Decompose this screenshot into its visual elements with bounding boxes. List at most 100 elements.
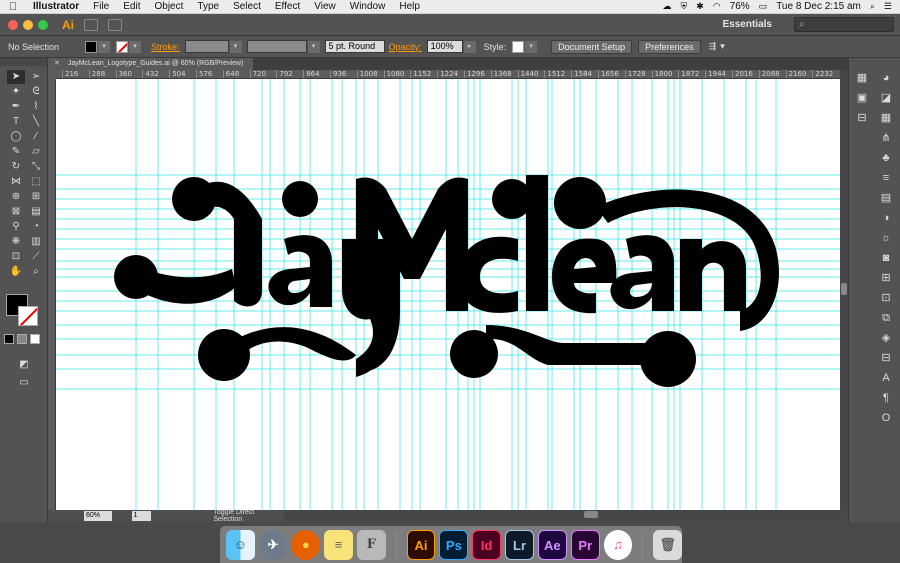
stroke-icon[interactable]: ≡ [879, 168, 893, 188]
graphic-styles-icon[interactable]: ◙ [879, 248, 893, 268]
battery-percent[interactable]: 76% [730, 1, 750, 12]
symbols-icon[interactable]: ♣ [879, 148, 893, 168]
draw-mode-icon[interactable]: ◩ [15, 358, 33, 372]
libraries-icon[interactable]: ▦ [855, 68, 869, 88]
links-icon[interactable]: ⊟ [879, 348, 893, 368]
none-mode-button[interactable] [30, 334, 40, 344]
menu-object[interactable]: Object [147, 0, 190, 14]
dock-app-font-book[interactable]: F [356, 529, 386, 560]
direct-selection-tool-icon[interactable]: ➢ [27, 70, 45, 84]
arrange-icon[interactable]: ⇶ [709, 41, 717, 52]
perspective-grid-tool-icon[interactable]: ⊞ [27, 190, 45, 204]
ruler-origin[interactable] [48, 70, 56, 79]
layers-icon[interactable]: ◈ [879, 328, 893, 348]
horizontal-scrollbar[interactable] [284, 510, 840, 520]
wifi-icon[interactable]: ◠ [713, 1, 721, 12]
dock-app-firefox[interactable]: ● [291, 529, 321, 560]
minimize-window-button[interactable] [23, 19, 33, 30]
dock-app-finder[interactable]: ☺ [226, 529, 255, 560]
zoom-window-button[interactable] [38, 19, 48, 30]
opacity-label[interactable]: Opacity: [389, 42, 422, 52]
preferences-button[interactable]: Preferences [638, 39, 701, 54]
menu-view[interactable]: View [307, 0, 343, 14]
menu-file[interactable]: File [86, 0, 116, 14]
cloud-icon[interactable]: ☁ [662, 1, 671, 12]
opacity-field[interactable]: 100% [426, 40, 463, 53]
scale-tool-icon[interactable]: ⤡ [27, 160, 45, 174]
clock[interactable]: Tue 8 Dec 2:15 am [776, 1, 861, 12]
menu-effect[interactable]: Effect [268, 0, 307, 14]
line-tool-icon[interactable]: ╲ [27, 115, 45, 129]
fill-swatch[interactable] [85, 40, 98, 53]
stroke-weight-dropdown[interactable]: ▾ [229, 40, 242, 53]
opacity-dropdown[interactable]: ▸ [463, 40, 476, 53]
arrange-documents-button[interactable] [108, 18, 122, 31]
swatches-icon[interactable]: ▦ [879, 108, 893, 128]
fill-dropdown[interactable]: ▾ [98, 40, 111, 53]
dock-app-illustrator[interactable]: Ai [406, 529, 436, 560]
dock-app-lightroom[interactable]: Lr [505, 529, 534, 560]
dock-app-premiere[interactable]: Pr [570, 529, 600, 560]
transform-icon[interactable]: ⊡ [879, 288, 893, 308]
hand-tool-icon[interactable]: ✋ [7, 265, 25, 279]
color-mode-button[interactable] [4, 334, 14, 344]
zoom-level-field[interactable]: 60% [84, 511, 112, 521]
artboard-canvas[interactable] [56, 79, 840, 510]
workspace-switcher[interactable]: Essentials [723, 19, 772, 30]
vertical-scrollbar[interactable] [840, 70, 848, 510]
dock-app-notes[interactable]: ≡ [324, 529, 353, 560]
slice-tool-icon[interactable]: ⟋ [27, 250, 45, 264]
dock-app-itunes[interactable]: ♫ [603, 529, 633, 560]
eyedropper-tool-icon[interactable]: ⚲ [7, 220, 25, 234]
width-tool-icon[interactable]: ⋈ [7, 175, 25, 189]
menu-select[interactable]: Select [226, 0, 268, 14]
document-tab[interactable]: ✕ JayMcLean_Logotype_Guides.ai @ 60% (RG… [48, 58, 254, 70]
pen-tool-icon[interactable]: ✒ [7, 100, 25, 114]
paintbrush-tool-icon[interactable]: ∕ [27, 130, 45, 144]
bridge-button[interactable] [84, 18, 98, 31]
dock-app-indesign[interactable]: Id [472, 529, 502, 560]
close-tab-icon[interactable]: ✕ [54, 60, 60, 67]
vertical-ruler[interactable] [48, 79, 56, 510]
battery-icon[interactable]: ▭ [759, 1, 768, 12]
color-guide-icon[interactable]: ◪ [879, 88, 893, 108]
menu-window[interactable]: Window [343, 0, 393, 14]
bluetooth-icon[interactable]: ✱ [696, 1, 704, 12]
lasso-tool-icon[interactable]: ᘓ [27, 85, 45, 99]
artboard-number-field[interactable]: 1 [131, 511, 152, 521]
apple-menu-icon[interactable]:  [0, 1, 26, 13]
variable-width-field[interactable] [246, 40, 307, 53]
transparency-icon[interactable]: ◑ [879, 208, 893, 228]
status-text[interactable]: Toggle Direct Selection [213, 509, 284, 523]
menu-app-name[interactable]: Illustrator [26, 0, 86, 14]
dock-app-launchpad[interactable]: ✈ [258, 529, 288, 560]
horizontal-scroll-thumb[interactable] [584, 511, 598, 518]
variable-width-dropdown[interactable]: ▾ [307, 40, 320, 53]
mesh-tool-icon[interactable]: ⊠ [7, 205, 25, 219]
type-tool-icon[interactable]: T [7, 115, 25, 129]
close-window-button[interactable] [8, 19, 18, 30]
zoom-tool-icon[interactable]: ⌕ [27, 265, 45, 279]
ellipse-tool-icon[interactable]: ◯ [7, 130, 25, 144]
magic-wand-tool-icon[interactable]: ✦ [7, 85, 25, 99]
screen-mode-icon[interactable]: ▭ [15, 376, 33, 390]
appearance-icon[interactable]: ☼ [879, 228, 893, 248]
menu-edit[interactable]: Edit [116, 0, 147, 14]
menu-chevron-icon[interactable]: ▾ [720, 41, 725, 52]
menu-help[interactable]: Help [392, 0, 427, 14]
gradient-mode-button[interactable] [17, 334, 27, 344]
stroke-label[interactable]: Stroke: [151, 42, 180, 52]
stroke-dropdown[interactable]: ▾ [129, 40, 142, 53]
vertical-scroll-thumb[interactable] [841, 283, 847, 295]
help-search-input[interactable]: ⌕ [794, 17, 894, 32]
tools-panel-grip[interactable] [0, 58, 47, 66]
stroke-color-box[interactable] [18, 306, 38, 326]
selection-tool-icon[interactable]: ➤ [7, 70, 25, 84]
character-icon[interactable]: A [879, 368, 893, 388]
gradient-icon[interactable]: ▤ [879, 188, 893, 208]
color-icon[interactable]: ◕ [879, 68, 893, 88]
artboard-tool-icon[interactable]: ⊡ [7, 250, 25, 264]
stroke-swatch[interactable] [116, 40, 129, 53]
curvature-tool-icon[interactable]: ⌇ [27, 100, 45, 114]
dock-app-photoshop[interactable]: Ps [439, 529, 469, 560]
